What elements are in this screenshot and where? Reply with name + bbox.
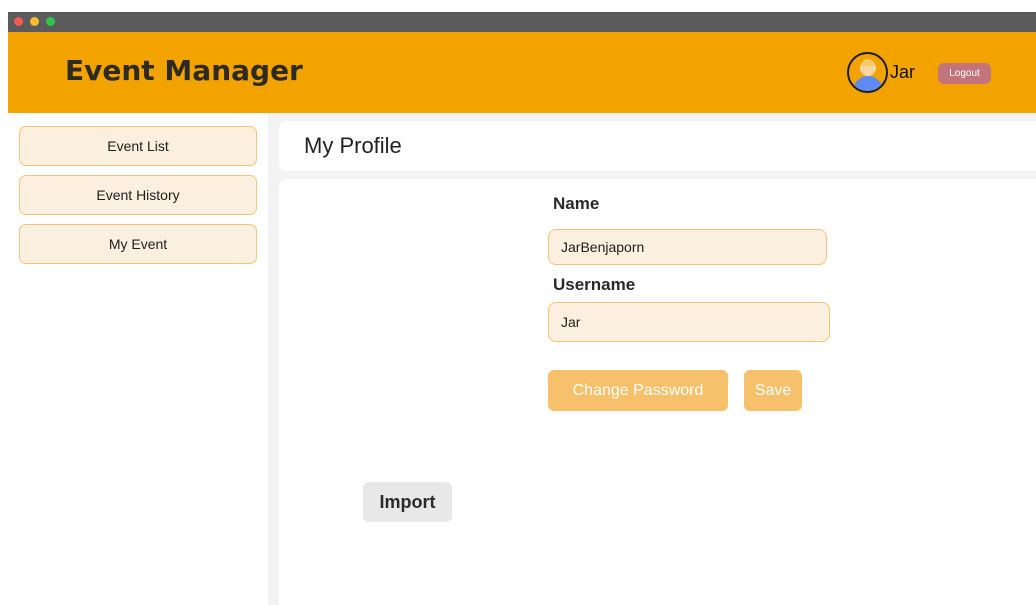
app-window: Event Manager Jar Logout Event List Even…: [8, 32, 1036, 605]
app-title: Event Manager: [65, 54, 303, 87]
name-input[interactable]: [548, 229, 827, 265]
window-titlebar: [8, 12, 1036, 32]
sidebar-item-event-list[interactable]: Event List: [19, 126, 257, 166]
page-title-card: My Profile: [279, 121, 1036, 171]
close-window-icon[interactable]: [14, 17, 23, 26]
minimize-window-icon[interactable]: [30, 17, 39, 26]
page-title: My Profile: [304, 133, 402, 158]
window-top-margin: [0, 0, 1036, 12]
sidebar: Event List Event History My Event: [8, 113, 268, 605]
sidebar-item-event-history[interactable]: Event History: [19, 175, 257, 215]
maximize-window-icon[interactable]: [46, 17, 55, 26]
change-password-button[interactable]: Change Password: [548, 370, 728, 411]
save-button[interactable]: Save: [744, 370, 802, 411]
avatar-head-shape: [860, 59, 876, 76]
user-name: Jar: [890, 62, 916, 82]
app-header: Event Manager Jar Logout: [8, 32, 1036, 113]
sidebar-item-my-event[interactable]: My Event: [19, 224, 257, 264]
username-input[interactable]: [548, 302, 830, 342]
name-label: Name: [553, 194, 600, 213]
logout-button[interactable]: Logout: [938, 63, 991, 84]
avatar-body-shape: [853, 76, 883, 91]
username-label: Username: [553, 275, 636, 294]
import-button[interactable]: Import: [363, 482, 452, 522]
user-avatar-icon[interactable]: [847, 52, 888, 93]
profile-panel: Name Username Change Password Save Impor…: [279, 179, 1036, 605]
